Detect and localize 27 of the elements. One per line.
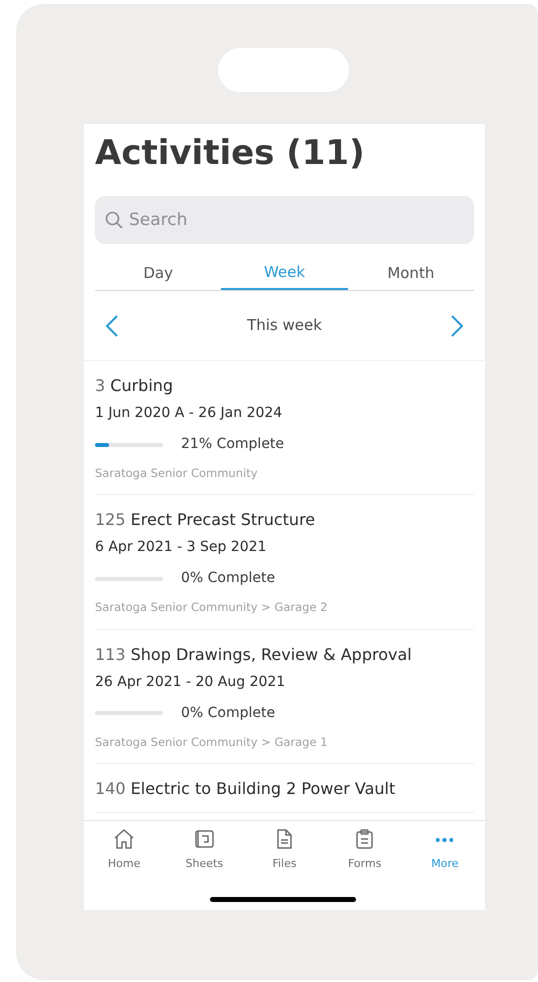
tab-bar-item[interactable]: Sheets [164, 827, 244, 872]
period-label: This week [247, 315, 322, 336]
location-path: Saratoga Senior Community > Garage 2 [95, 599, 329, 616]
segment-tab[interactable]: Day [95, 256, 222, 290]
activity-dates: 6 Apr 2021 - 3 Sep 2021 [95, 538, 268, 558]
activity-dates: 1 Jun 2020 A - 26 Jan 2024 [95, 404, 284, 423]
tab-bar-item[interactable]: Home [84, 827, 164, 872]
location-path: Saratoga Senior Community [95, 465, 259, 482]
progress-label: 0% Complete [181, 704, 276, 722]
activity-title[interactable]: 125 Erect Precast Structure [95, 509, 474, 532]
location-path: Saratoga Senior Community > Garage 1 [95, 734, 329, 750]
segment-tab[interactable]: Month [348, 256, 474, 290]
page-title: Activities (11) [94, 132, 366, 174]
search-field[interactable]: Search [95, 196, 474, 244]
activity-title[interactable]: 140 Electric to Building 2 Power Vault [95, 778, 474, 800]
progress-bar [95, 576, 163, 581]
activity-title[interactable]: 113 Shop Drawings, Review & Approval [95, 644, 474, 666]
tab-bar-item[interactable]: Forms [324, 827, 405, 872]
more-icon [436, 838, 454, 842]
search-icon [105, 211, 123, 229]
chevron-left-icon[interactable] [106, 314, 118, 336]
progress-label: 21% Complete [181, 435, 284, 454]
tab-bar-item[interactable]: Files [244, 827, 325, 872]
chevron-right-icon[interactable] [451, 314, 463, 336]
progress-label: 0% Complete [181, 569, 276, 588]
activity-title[interactable]: 3 Curbing [95, 375, 474, 397]
activity-dates: 26 Apr 2021 - 20 Aug 2021 [95, 672, 286, 692]
